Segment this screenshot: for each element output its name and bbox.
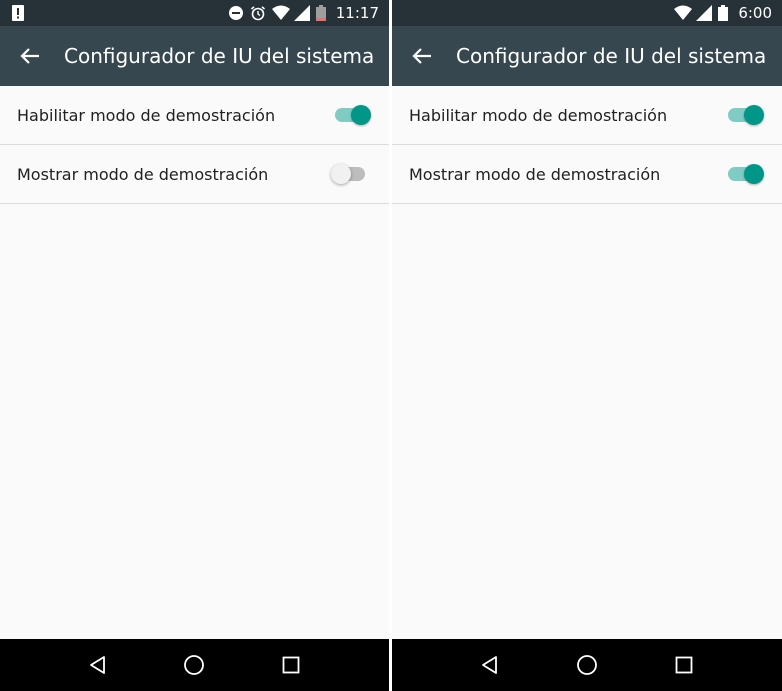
status-bar: 6:00: [392, 0, 782, 26]
nav-recents-button[interactable]: [271, 645, 311, 685]
triangle-back-icon: [90, 656, 106, 674]
cell-signal-icon: [696, 5, 713, 21]
status-time: 6:00: [738, 4, 772, 22]
back-button[interactable]: [0, 26, 60, 86]
square-recents-icon: [675, 656, 693, 674]
setting-label: Habilitar modo de demostración: [17, 105, 276, 125]
screen-left: 11:17 Configurador de IU del sistema Hab…: [0, 0, 389, 691]
page-title: Configurador de IU del sistema: [64, 44, 375, 68]
setting-show-demo-mode[interactable]: Mostrar modo de demostración: [0, 145, 389, 204]
show-demo-mode-switch[interactable]: [331, 162, 371, 186]
triangle-back-icon: [482, 656, 498, 674]
setting-label: Habilitar modo de demostración: [409, 105, 668, 125]
arrow-back-icon: [20, 48, 39, 64]
setting-enable-demo-mode[interactable]: Habilitar modo de demostración: [0, 86, 389, 145]
battery-low-icon: [315, 5, 326, 21]
setting-label: Mostrar modo de demostración: [409, 164, 661, 184]
battery-full-icon: [718, 5, 729, 21]
arrow-back-icon: [412, 48, 431, 64]
circle-home-icon: [577, 655, 597, 675]
nav-back-button[interactable]: [470, 645, 510, 685]
back-button[interactable]: [392, 26, 452, 86]
setting-label: Mostrar modo de demostración: [17, 164, 269, 184]
do-not-disturb-icon: [228, 5, 244, 21]
alarm-icon: [250, 5, 266, 21]
screen-right: 6:00 Configurador de IU del sistema Habi…: [392, 0, 782, 691]
nav-home-button[interactable]: [174, 645, 214, 685]
enable-demo-mode-switch[interactable]: [331, 103, 371, 127]
wifi-icon: [674, 5, 693, 21]
nav-back-button[interactable]: [78, 645, 118, 685]
cell-signal-icon: [293, 5, 310, 21]
navigation-bar: [0, 639, 389, 691]
settings-list: Habilitar modo de demostración Mostrar m…: [0, 86, 389, 204]
setting-show-demo-mode[interactable]: Mostrar modo de demostración: [392, 145, 782, 204]
nav-home-button[interactable]: [567, 645, 607, 685]
circle-home-icon: [184, 655, 205, 675]
nav-recents-button[interactable]: [664, 645, 704, 685]
wifi-icon: [271, 5, 290, 21]
enable-demo-mode-switch[interactable]: [724, 103, 764, 127]
square-recents-icon: [282, 656, 300, 674]
status-time: 11:17: [335, 4, 379, 22]
status-bar: 11:17: [0, 0, 389, 26]
app-bar: Configurador de IU del sistema: [392, 26, 782, 86]
setting-enable-demo-mode[interactable]: Habilitar modo de demostración: [392, 86, 782, 145]
app-bar: Configurador de IU del sistema: [0, 26, 389, 86]
notification-alert-icon: [12, 5, 24, 25]
navigation-bar: [392, 639, 782, 691]
settings-list: Habilitar modo de demostración Mostrar m…: [392, 86, 782, 204]
page-title: Configurador de IU del sistema: [456, 44, 767, 68]
show-demo-mode-switch[interactable]: [724, 162, 764, 186]
